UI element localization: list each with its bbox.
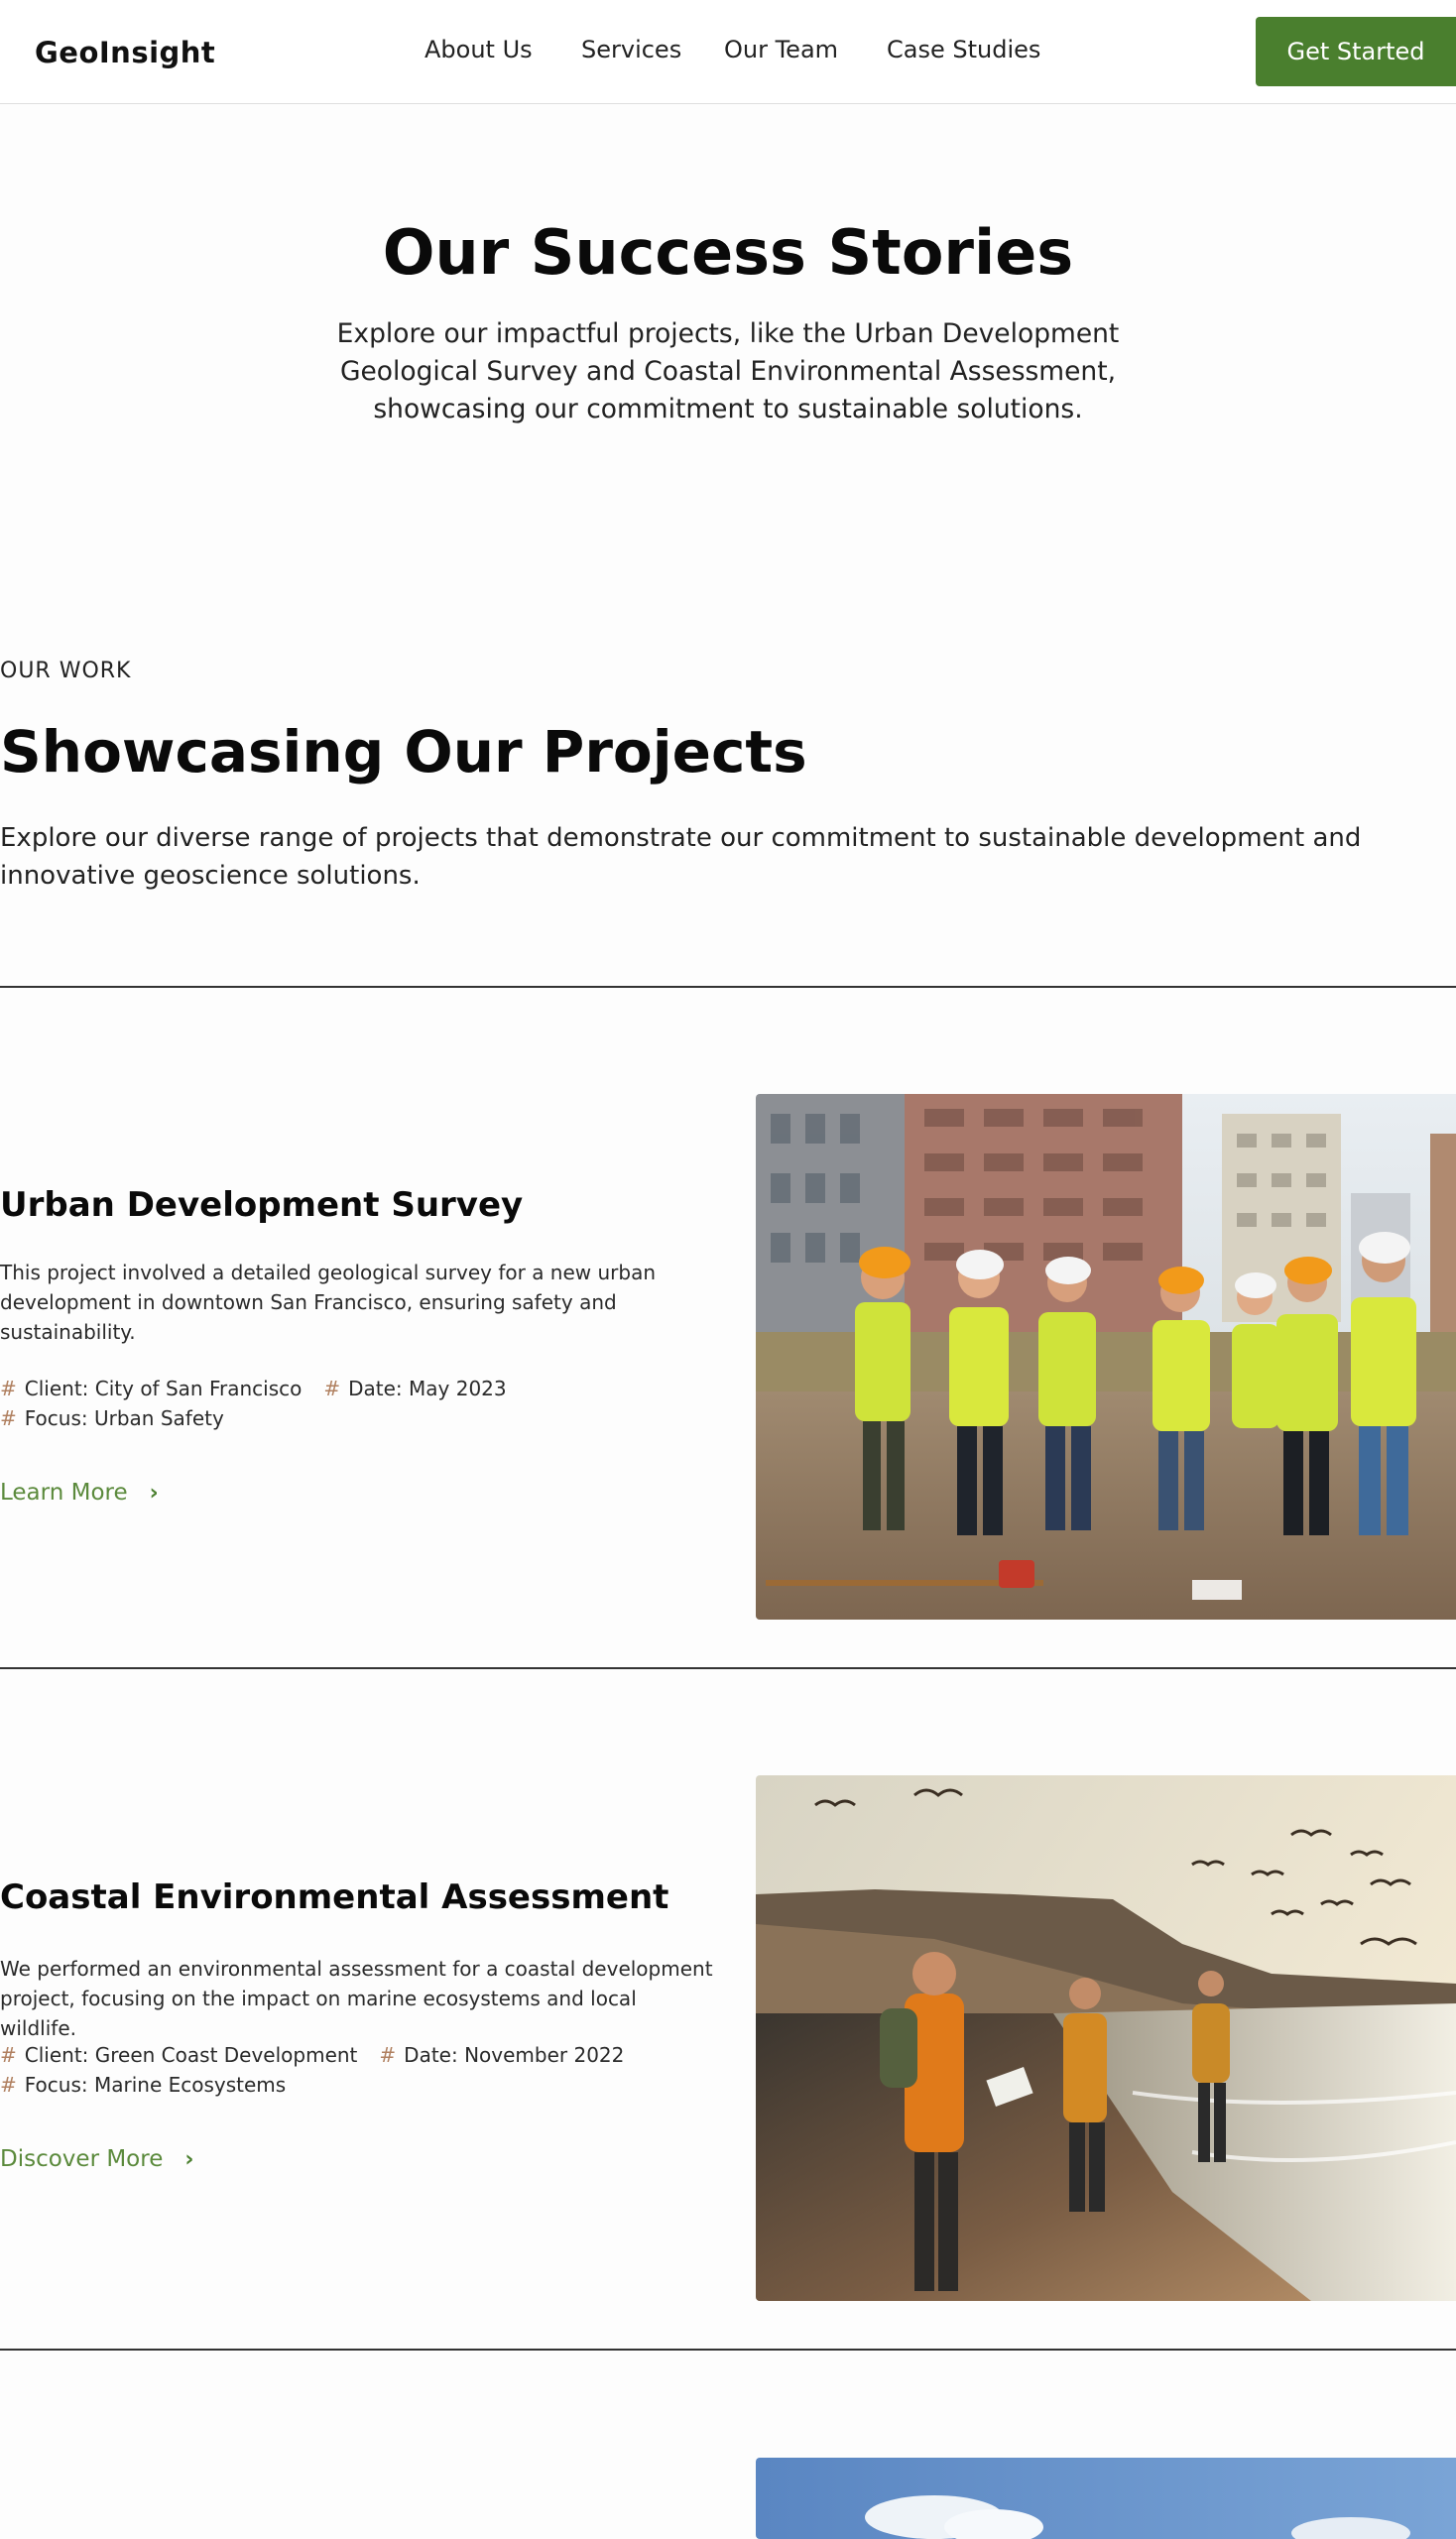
hash-icon: # bbox=[0, 1377, 17, 1400]
photo-project-sky bbox=[756, 2458, 1456, 2539]
get-started-button[interactable]: Get Started bbox=[1256, 17, 1456, 86]
nav-our-team[interactable]: Our Team bbox=[724, 36, 838, 63]
photo-coastal-field-team bbox=[756, 1775, 1456, 2301]
project-description: We performed an environmental assessment… bbox=[0, 1957, 713, 2040]
project-meta-row: # Client: City of San Francisco # Date: May… bbox=[0, 1377, 507, 1400]
main-nav: About Us Services Our Team Case Studies bbox=[0, 36, 1456, 67]
photo-construction-survey-team bbox=[756, 1094, 1456, 1620]
section-eyebrow: OUR WORK bbox=[0, 659, 132, 683]
page-title: Our Success Stories bbox=[382, 216, 1074, 289]
project-title: Coastal Environmental Assessment bbox=[0, 1877, 669, 1917]
nav-case-studies[interactable]: Case Studies bbox=[887, 36, 1040, 63]
learn-more-link[interactable]: Learn More › bbox=[0, 1480, 159, 1506]
chevron-right-icon: › bbox=[184, 2146, 194, 2172]
divider bbox=[0, 986, 1456, 988]
project-description: This project involved a detailed geologi… bbox=[0, 1261, 657, 1344]
divider bbox=[0, 2349, 1456, 2351]
divider bbox=[0, 1667, 1456, 1669]
site-header: GeoInsight About Us Services Our Team Ca… bbox=[0, 0, 1456, 104]
project-date: Date: May 2023 bbox=[348, 1377, 507, 1400]
discover-more-link[interactable]: Discover More › bbox=[0, 2146, 193, 2172]
section-title: Showcasing Our Projects bbox=[0, 718, 807, 786]
project-meta-row: # Focus: Marine Ecosystems bbox=[0, 2073, 286, 2097]
hash-icon: # bbox=[379, 2043, 397, 2067]
chevron-right-icon: › bbox=[149, 1480, 159, 1506]
link-label: Discover More bbox=[0, 2146, 164, 2172]
hash-icon: # bbox=[0, 1406, 17, 1430]
link-label: Learn More bbox=[0, 1480, 128, 1506]
nav-about-us[interactable]: About Us bbox=[425, 36, 533, 63]
project-date: Date: November 2022 bbox=[404, 2043, 625, 2067]
project-client: Client: City of San Francisco bbox=[24, 1377, 303, 1400]
hash-icon: # bbox=[0, 2043, 17, 2067]
section-subtitle: Explore our diverse range of projects th… bbox=[0, 823, 1362, 891]
project-focus: Focus: Urban Safety bbox=[24, 1406, 224, 1430]
nav-services[interactable]: Services bbox=[581, 36, 681, 63]
project-client: Client: Green Coast Development bbox=[24, 2043, 358, 2067]
project-meta-row: # Focus: Urban Safety bbox=[0, 1406, 224, 1430]
project-title: Urban Development Survey bbox=[0, 1185, 524, 1225]
project-focus: Focus: Marine Ecosystems bbox=[24, 2073, 287, 2097]
hash-icon: # bbox=[0, 2073, 17, 2097]
hero-subtitle: Explore our impactful projects, like the… bbox=[336, 318, 1120, 424]
hash-icon: # bbox=[323, 1377, 341, 1400]
project-meta-row: # Client: Green Coast Development # Date: N… bbox=[0, 2043, 624, 2067]
